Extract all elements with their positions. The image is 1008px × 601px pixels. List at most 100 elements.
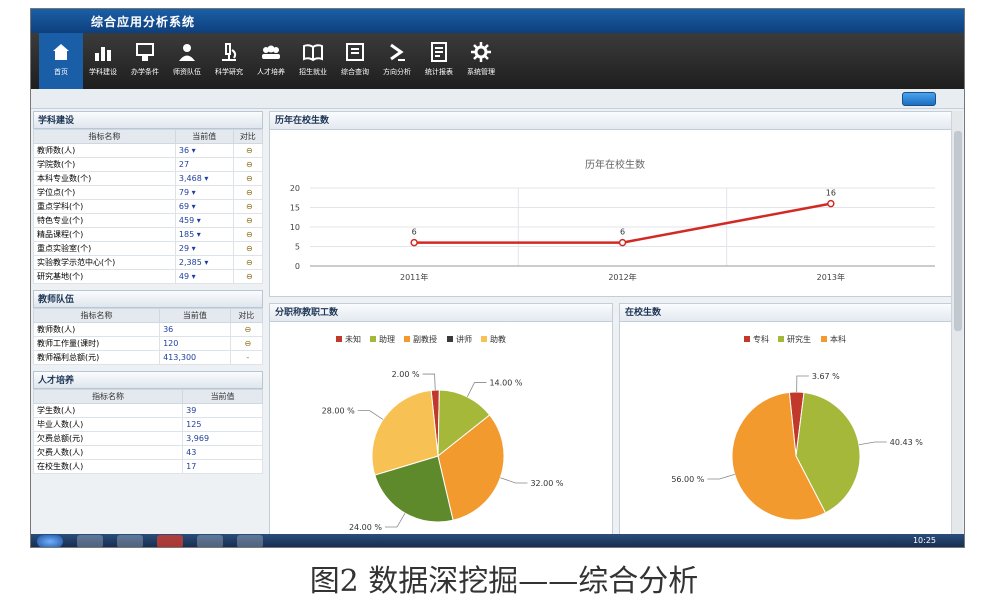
compare-icon[interactable]: ⊖ <box>232 241 264 256</box>
gear-icon <box>471 42 491 62</box>
compare-icon[interactable]: ⊖ <box>232 143 264 158</box>
nav-item-6[interactable]: 招生就业 <box>291 33 335 89</box>
indicator-name: 教师福利总额(元) <box>32 350 161 365</box>
microscope-icon <box>222 43 237 61</box>
table-row[interactable]: 教师数(人) 36 ⊖ <box>32 322 264 337</box>
indicator-name: 教师数(人) <box>32 322 161 337</box>
column-header[interactable]: 当前值 <box>159 308 231 323</box>
nav-item-2[interactable]: 办学条件 <box>123 33 167 89</box>
taskbar-app-1[interactable] <box>77 535 103 547</box>
compare-icon[interactable]: ⊖ <box>232 255 264 270</box>
table-row[interactable]: 欠费人数(人) 43 <box>32 445 263 460</box>
taskbar-app-4[interactable] <box>197 535 223 547</box>
scrollbar[interactable] <box>951 111 963 547</box>
table-row[interactable]: 学位点(个) 79 ▾ ⊖ <box>33 185 264 200</box>
compare-icon[interactable]: ⊖ <box>232 171 264 186</box>
indicator-name: 特色专业(个) <box>33 213 176 228</box>
table-row[interactable]: 教师工作量(课时) 120 ⊖ <box>32 336 264 351</box>
label-leader <box>858 441 887 446</box>
table-row[interactable]: 教师福利总额(元) 413,300- <box>32 350 264 365</box>
slice-label: 24.00 % <box>349 523 382 532</box>
column-header[interactable]: 指标名称 <box>33 129 176 144</box>
y-tick-label: 15 <box>290 204 300 213</box>
indicator-name: 学生数(人) <box>32 403 184 418</box>
nav-item-4[interactable]: 科学研究 <box>207 33 251 89</box>
people-icon <box>179 44 195 61</box>
nav-item-0[interactable]: 首页 <box>39 33 83 89</box>
table-row[interactable]: 重点实验室(个) 29 ▾ ⊖ <box>33 241 264 256</box>
start-button[interactable] <box>37 535 63 547</box>
table-row[interactable]: 本科专业数(个) 3,468 ▾ ⊖ <box>33 171 264 186</box>
table-row[interactable]: 特色专业(个) 459 ▾ ⊖ <box>33 213 264 228</box>
table-row[interactable]: 重点学科(个) 69 ▾ ⊖ <box>33 199 264 214</box>
nav-item-5[interactable]: 人才培养 <box>249 33 293 89</box>
label-leader <box>796 375 809 393</box>
column-header[interactable]: 指标名称 <box>32 389 184 404</box>
home-icon <box>53 44 69 60</box>
column-header[interactable]: 对比 <box>229 308 264 323</box>
nav-item-7[interactable]: 综合查询 <box>333 33 377 89</box>
nav-item-8[interactable]: 方向分析 <box>375 33 419 89</box>
nav-item-1[interactable]: 学科建设 <box>81 33 125 89</box>
current-value: 39 <box>182 403 263 418</box>
discipline-header-row: 指标名称 当前值 对比 <box>33 129 264 144</box>
faculty-section-title: 教师队伍 <box>33 290 263 308</box>
app-title: 综合应用分析系统 <box>91 15 196 29</box>
compare-icon[interactable]: ⊖ <box>232 227 264 242</box>
taskbar-app-3[interactable] <box>157 535 183 547</box>
compare-icon[interactable]: ⊖ <box>232 185 264 200</box>
current-value: 125 <box>182 417 263 432</box>
y-tick-label: 10 <box>290 223 300 232</box>
current-value: 413,300 <box>159 350 231 365</box>
column-header[interactable]: 当前值 <box>182 389 263 404</box>
table-row[interactable]: 在校生数(人) 17 <box>32 459 263 474</box>
x-tick-label: 2011年 <box>400 272 428 282</box>
trend-panel: 历年在校生数 历年在校生数 0 5 10 15 20 2011年 2012年 2013年 6 6 16 <box>269 111 961 297</box>
nav-item-9[interactable]: 统计报表 <box>417 33 461 89</box>
column-header[interactable]: 对比 <box>232 129 264 144</box>
legend-swatch <box>778 336 784 342</box>
data-label: 6 <box>412 228 417 237</box>
slice-label: 2.00 % <box>392 370 420 379</box>
table-row[interactable]: 毕业人数(人) 125 <box>32 417 263 432</box>
chevron-right-icon <box>390 43 405 61</box>
table-row[interactable]: 精品课程(个) 185 ▾ ⊖ <box>33 227 264 242</box>
column-header[interactable]: 当前值 <box>174 129 234 144</box>
nav-item-label: 招生就业 <box>299 68 327 76</box>
slice-label: 40.43 % <box>890 438 923 447</box>
compare-icon[interactable]: ⊖ <box>232 199 264 214</box>
table-row[interactable]: 学生数(人) 39 <box>32 403 263 418</box>
table-row[interactable]: 欠费总额(元) 3,969 <box>32 431 263 446</box>
trend-panel-title: 历年在校生数 <box>270 112 960 130</box>
compare-icon[interactable]: ⊖ <box>232 269 264 284</box>
nav-item-label: 学科建设 <box>89 68 117 76</box>
nav-item-label: 人才培养 <box>257 68 285 76</box>
indicator-name: 重点实验室(个) <box>33 241 176 256</box>
legend-swatch <box>404 336 410 342</box>
table-row[interactable]: 研究基地(个) 49 ▾ ⊖ <box>33 269 264 284</box>
label-leader <box>707 474 735 480</box>
compare-icon[interactable]: ⊖ <box>229 322 264 337</box>
indicator-name: 学院数(个) <box>33 157 176 172</box>
nav-item-3[interactable]: 师资队伍 <box>165 33 209 89</box>
table-row[interactable]: 实验教学示范中心(个) 2,385 ▾ ⊖ <box>33 255 264 270</box>
scroll-thumb[interactable] <box>954 131 962 331</box>
report-icon <box>431 42 447 62</box>
nav-item-10[interactable]: 系统管理 <box>459 33 503 89</box>
taskbar-app-5[interactable] <box>237 535 263 547</box>
legend-swatch <box>481 336 487 342</box>
table-row[interactable]: 学院数(个) 27 ⊖ <box>33 157 264 172</box>
nav-item-label: 师资队伍 <box>173 68 201 76</box>
table-row[interactable]: 教师数(人) 36 ▾ ⊖ <box>33 143 264 158</box>
compare-icon[interactable]: ⊖ <box>232 213 264 228</box>
x-tick-label: 2013年 <box>817 272 845 282</box>
chart-title: 历年在校生数 <box>585 158 645 171</box>
series-line <box>414 202 832 244</box>
taskbar-app-2[interactable] <box>117 535 143 547</box>
compare-icon[interactable]: ⊖ <box>232 157 264 172</box>
compare-icon[interactable]: - <box>229 350 264 365</box>
column-header[interactable]: 指标名称 <box>32 308 161 323</box>
current-value: 69 ▾ <box>174 199 234 214</box>
view-toggle-button[interactable] <box>902 92 936 106</box>
compare-icon[interactable]: ⊖ <box>229 336 264 351</box>
